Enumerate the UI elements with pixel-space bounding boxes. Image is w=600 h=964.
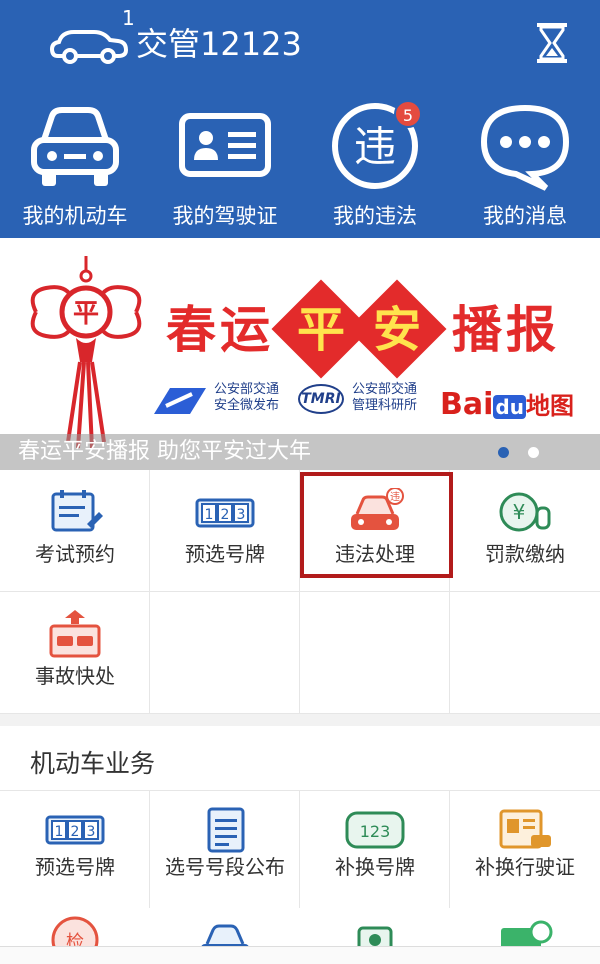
knot-text: 平 <box>73 299 99 329</box>
baidu-map-text: 地图 <box>525 392 574 420</box>
banner-caption: 春运平安播报 助您平安过大年 <box>18 439 311 464</box>
vehicle-count-badge: 1 <box>122 6 135 30</box>
banner-title-char: 运 <box>220 300 270 359</box>
plate-digit: 3 <box>237 507 246 523</box>
violation-icon-text: 违 <box>354 122 396 171</box>
empty-cell <box>150 592 300 714</box>
banner-title-char: 平 <box>296 302 345 358</box>
accident-icon <box>49 610 101 658</box>
plate-123-icon: 1 2 3 <box>195 498 255 528</box>
org-line: 安全微发布 <box>214 398 280 413</box>
my-messages-button[interactable]: 我的消息 <box>450 96 600 238</box>
replace-license-button[interactable]: 补换行驶证 <box>450 790 600 908</box>
replace-license-label: 补换行驶证 <box>475 855 575 879</box>
message-bubble-icon <box>480 104 570 191</box>
section-title: 机动车业务 <box>30 749 156 778</box>
carousel-dot-active[interactable] <box>498 447 509 458</box>
plate-preselect-button[interactable]: 1 2 3 预选号牌 <box>150 470 300 592</box>
chinese-knot-icon: 平 <box>30 256 142 449</box>
highlight-box <box>300 472 453 578</box>
document-list-icon <box>207 807 245 853</box>
baidu-du: du <box>493 395 526 419</box>
yen-coins-icon: ¥ <box>499 492 551 532</box>
arrow-logo-icon <box>154 388 206 414</box>
license-car-icon <box>499 809 551 849</box>
violation-count-badge: 5 <box>394 100 422 128</box>
my-license-label: 我的驾驶证 <box>172 204 278 228</box>
my-messages-label: 我的消息 <box>483 204 567 228</box>
plate-123-icon: 1 2 3 <box>45 815 105 845</box>
plate-preselect-button[interactable]: 1 2 3 预选号牌 <box>0 790 150 908</box>
plate-123-oval-icon: 123 <box>345 811 405 849</box>
car-cloud-logo-icon <box>50 30 129 64</box>
banner-caption-bar: 春运平安播报 助您平安过大年 <box>0 434 600 470</box>
plate-digit: 1 <box>205 507 214 523</box>
fine-payment-label: 罚款缴纳 <box>485 542 565 566</box>
plate-digit: 2 <box>221 507 230 523</box>
my-vehicle-label: 我的机动车 <box>22 204 128 228</box>
plate-digit: 2 <box>71 824 80 840</box>
org-info-2: 公安部交通 管理科研所 <box>352 382 417 414</box>
carousel-dot[interactable] <box>528 447 539 458</box>
banner-title: 春 运 平 安 播 报 <box>166 279 576 379</box>
org-line: 公安部交通 <box>214 382 280 397</box>
number-segment-button[interactable]: 选号号段公布 <box>150 790 300 908</box>
replace-plate-button[interactable]: 123 补换号牌 <box>300 790 450 908</box>
plate-digit: 1 <box>55 824 64 840</box>
plate-preselect-label: 预选号牌 <box>185 542 265 566</box>
tmri-logo: TMRI <box>298 384 344 414</box>
banner-title-char: 春 <box>166 300 216 359</box>
accident-quick-button[interactable]: 事故快处 <box>0 592 150 714</box>
exam-calendar-icon <box>51 490 103 532</box>
my-vehicle-button[interactable]: 我的机动车 <box>0 96 150 238</box>
number-segment-label: 选号号段公布 <box>165 855 285 879</box>
baidu-bai: Bai <box>440 387 494 422</box>
hourglass-icon[interactable] <box>534 20 570 66</box>
plate-text: 123 <box>360 822 391 841</box>
org-line: 公安部交通 <box>352 382 418 397</box>
exam-booking-button[interactable]: 考试预约 <box>0 470 150 592</box>
bottom-nav <box>0 946 600 964</box>
exam-booking-label: 考试预约 <box>35 542 115 566</box>
empty-cell <box>450 592 600 714</box>
fine-payment-button[interactable]: ¥ 罚款缴纳 <box>450 470 600 592</box>
my-violations-button[interactable]: 违 我的违法 <box>300 96 450 238</box>
banner-title-char: 报 <box>506 300 556 359</box>
plate-digit: 3 <box>87 824 96 840</box>
car-icon <box>31 107 119 186</box>
app-title: 交管12123 <box>136 25 302 63</box>
banner-title-char: 播 <box>452 300 502 359</box>
my-violations-label: 我的违法 <box>333 204 417 228</box>
replace-plate-label: 补换号牌 <box>335 855 415 879</box>
my-license-button[interactable]: 我的驾驶证 <box>150 96 300 238</box>
license-card-icon <box>179 113 271 177</box>
empty-cell <box>300 592 450 714</box>
org-line: 管理科研所 <box>352 398 418 413</box>
banner-title-char: 安 <box>372 302 421 358</box>
plate-preselect-label: 预选号牌 <box>35 855 115 879</box>
org-info-1: 公安部交通 安全微发布 <box>214 382 279 414</box>
accident-quick-label: 事故快处 <box>35 664 115 688</box>
app-header: 交管12123 我的机动车 1 我的驾驶证 违 我的违法 5 我的消息 <box>0 0 600 238</box>
promo-banner[interactable]: 平 春 运 平 安 播 报 公安部交通 安全微发布 TMRI 公安部交通 管理科… <box>0 238 600 470</box>
yen-text: ¥ <box>513 500 526 524</box>
baidu-map-logo: Bai du地图 <box>440 386 574 422</box>
